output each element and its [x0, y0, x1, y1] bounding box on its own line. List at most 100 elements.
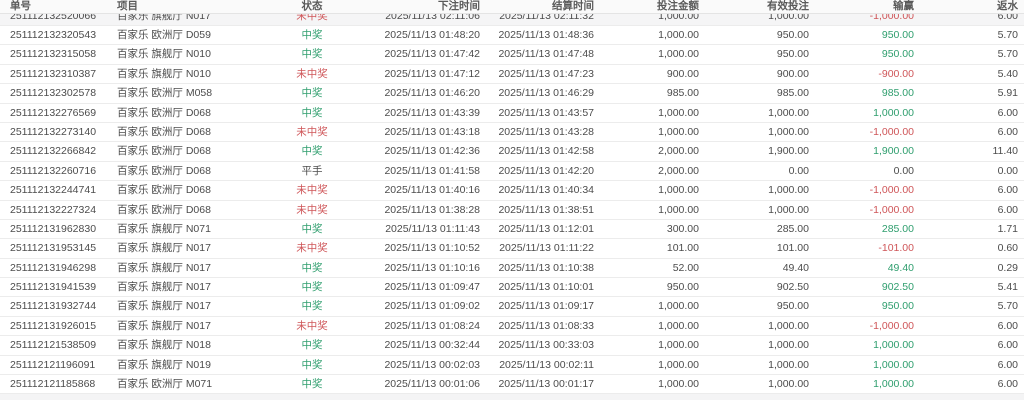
table-header: 单号 项目 状态 下注时间 结算时间 投注金额 有效投注 输赢 返水	[0, 0, 1024, 14]
cell-bet-amount: 1,000.00	[658, 28, 699, 41]
cell-order-number: 251112131946298	[10, 261, 97, 274]
cell-valid-bet: 1,000.00	[768, 358, 809, 371]
table-row[interactable]: 251112132260716 百家乐 欧洲厅 D068 平手 2025/11/…	[0, 161, 1024, 182]
cell-settle-time: 2025/11/13 01:43:28	[498, 125, 594, 138]
cell-status-badge: 中奖	[301, 378, 323, 391]
cell-rebate: 5.70	[997, 300, 1018, 313]
table-row[interactable]: 251112121185868 百家乐 欧洲厅 M071 中奖 2025/11/…	[0, 375, 1024, 395]
cell-win-loss: -1,000.00	[869, 125, 914, 138]
table-row[interactable]: 251112131946298 百家乐 旗舰厅 N017 中奖 2025/11/…	[0, 258, 1024, 279]
table-row[interactable]: 251112132273140 百家乐 欧洲厅 D068 未中奖 2025/11…	[0, 122, 1024, 143]
column-header-bet-time: 下注时间	[438, 0, 480, 12]
cell-order-number: 251112132227324	[10, 203, 97, 216]
table-body[interactable]: 251112132520066 百家乐 旗舰厅 N017 未中奖 2025/11…	[0, 6, 1024, 395]
table-row[interactable]: 251112132315058 百家乐 旗舰厅 N010 中奖 2025/11/…	[0, 45, 1024, 65]
cell-order-number: 251112131953145	[10, 242, 97, 255]
table-row[interactable]: 251112132276569 百家乐 欧洲厅 D068 中奖 2025/11/…	[0, 103, 1024, 123]
cell-bet-amount: 2,000.00	[658, 164, 699, 177]
cell-status-badge: 中奖	[301, 358, 323, 371]
cell-project: 百家乐 旗舰厅 N071	[117, 222, 211, 235]
cell-settle-time: 2025/11/13 01:10:01	[498, 281, 594, 294]
cell-project: 百家乐 欧洲厅 D068	[117, 164, 211, 177]
cell-valid-bet: 902.50	[776, 281, 809, 294]
cell-project: 百家乐 欧洲厅 D068	[117, 203, 211, 216]
table-row[interactable]: 251112131926015 百家乐 旗舰厅 N017 未中奖 2025/11…	[0, 316, 1024, 337]
cell-valid-bet: 0.00	[788, 164, 809, 177]
cell-valid-bet: 985.00	[776, 87, 809, 100]
cell-order-number: 251112121196091	[10, 358, 96, 371]
cell-rebate: 0.29	[997, 261, 1018, 274]
table-row[interactable]: 251112131953145 百家乐 旗舰厅 N017 未中奖 2025/11…	[0, 239, 1024, 259]
cell-win-loss: 1,000.00	[873, 339, 914, 352]
table-row[interactable]: 251112121538509 百家乐 旗舰厅 N018 中奖 2025/11/…	[0, 336, 1024, 356]
cell-bet-time: 2025/11/13 00:01:06	[384, 378, 480, 391]
cell-bet-amount: 950.00	[666, 281, 699, 294]
cell-rebate: 5.70	[997, 48, 1018, 61]
cell-win-loss: 902.50	[881, 281, 914, 294]
table-row[interactable]: 251112131962830 百家乐 旗舰厅 N071 中奖 2025/11/…	[0, 219, 1024, 240]
cell-win-loss: 49.40	[887, 261, 914, 274]
column-header-settle-time: 结算时间	[552, 0, 594, 12]
cell-win-loss: -1,000.00	[869, 184, 914, 197]
cell-bet-time: 2025/11/13 01:11:43	[385, 222, 480, 235]
table-row[interactable]: 251112131941539 百家乐 旗舰厅 N017 中奖 2025/11/…	[0, 278, 1024, 298]
cell-settle-time: 2025/11/13 01:10:38	[498, 261, 594, 274]
cell-order-number: 251112132260716	[10, 164, 97, 177]
cell-win-loss: -101.00	[878, 242, 914, 255]
table-row[interactable]: 251112132310387 百家乐 旗舰厅 N010 未中奖 2025/11…	[0, 64, 1024, 85]
cell-win-loss: 1,000.00	[873, 106, 914, 119]
table-row[interactable]: 251112132227324 百家乐 欧洲厅 D068 未中奖 2025/11…	[0, 200, 1024, 220]
cell-valid-bet: 950.00	[776, 300, 809, 313]
cell-bet-time: 2025/11/13 01:48:20	[384, 28, 480, 41]
table-row[interactable]: 251112132302578 百家乐 欧洲厅 M058 中奖 2025/11/…	[0, 84, 1024, 104]
cell-project: 百家乐 旗舰厅 N017	[117, 261, 211, 274]
cell-settle-time: 2025/11/13 00:01:17	[498, 378, 594, 391]
cell-valid-bet: 49.40	[782, 261, 809, 274]
cell-bet-amount: 1,000.00	[658, 48, 699, 61]
cell-project: 百家乐 欧洲厅 D068	[117, 145, 211, 158]
cell-bet-time: 2025/11/13 01:41:58	[384, 164, 480, 177]
cell-bet-amount: 1,000.00	[658, 184, 699, 197]
cell-win-loss: 0.00	[893, 164, 914, 177]
cell-status-badge: 未中奖	[296, 203, 328, 216]
cell-bet-time: 2025/11/13 01:10:16	[384, 261, 480, 274]
cell-bet-amount: 101.00	[666, 242, 699, 255]
cell-project: 百家乐 欧洲厅 D068	[117, 106, 211, 119]
cell-bet-amount: 1,000.00	[658, 106, 699, 119]
cell-project: 百家乐 欧洲厅 M058	[117, 87, 213, 100]
cell-settle-time: 2025/11/13 01:47:23	[498, 67, 594, 80]
cell-status-badge: 平手	[301, 164, 323, 177]
cell-bet-amount: 300.00	[666, 222, 699, 235]
table-row[interactable]: 251112131932744 百家乐 旗舰厅 N017 中奖 2025/11/…	[0, 297, 1024, 317]
cell-project: 百家乐 欧洲厅 D059	[117, 28, 211, 41]
cell-win-loss: -900.00	[878, 67, 914, 80]
cell-settle-time: 2025/11/13 01:38:51	[498, 203, 594, 216]
cell-order-number: 251112121185868	[10, 378, 96, 391]
cell-bet-amount: 1,000.00	[658, 378, 699, 391]
cell-order-number: 251112132244741	[10, 184, 97, 197]
cell-valid-bet: 900.00	[776, 67, 809, 80]
cell-bet-time: 2025/11/13 00:32:44	[384, 339, 480, 352]
table-row[interactable]: 251112132320543 百家乐 欧洲厅 D059 中奖 2025/11/…	[0, 25, 1024, 46]
cell-status-badge: 未中奖	[296, 184, 328, 197]
cell-status-badge: 中奖	[301, 222, 323, 235]
cell-rebate: 5.91	[997, 87, 1018, 100]
cell-status-badge: 中奖	[301, 339, 323, 352]
cell-bet-amount: 1,000.00	[658, 339, 699, 352]
cell-settle-time: 2025/11/13 01:47:48	[498, 48, 594, 61]
cell-status-badge: 中奖	[301, 300, 323, 313]
cell-bet-amount: 1,000.00	[658, 300, 699, 313]
cell-rebate: 1.71	[997, 222, 1018, 235]
cell-settle-time: 2025/11/13 01:40:34	[498, 184, 594, 197]
cell-status-badge: 中奖	[301, 106, 323, 119]
cell-settle-time: 2025/11/13 01:09:17	[498, 300, 594, 313]
table-row[interactable]: 251112132266842 百家乐 欧洲厅 D068 中奖 2025/11/…	[0, 142, 1024, 162]
cell-win-loss: -1,000.00	[869, 203, 914, 216]
cell-valid-bet: 950.00	[776, 28, 809, 41]
cell-project: 百家乐 旗舰厅 N017	[117, 319, 211, 332]
cell-bet-amount: 52.00	[672, 261, 699, 274]
table-row[interactable]: 251112121196091 百家乐 旗舰厅 N019 中奖 2025/11/…	[0, 355, 1024, 376]
cell-bet-time: 2025/11/13 01:08:24	[384, 319, 480, 332]
cell-settle-time: 2025/11/13 01:42:58	[498, 145, 594, 158]
table-row[interactable]: 251112132244741 百家乐 欧洲厅 D068 未中奖 2025/11…	[0, 181, 1024, 201]
